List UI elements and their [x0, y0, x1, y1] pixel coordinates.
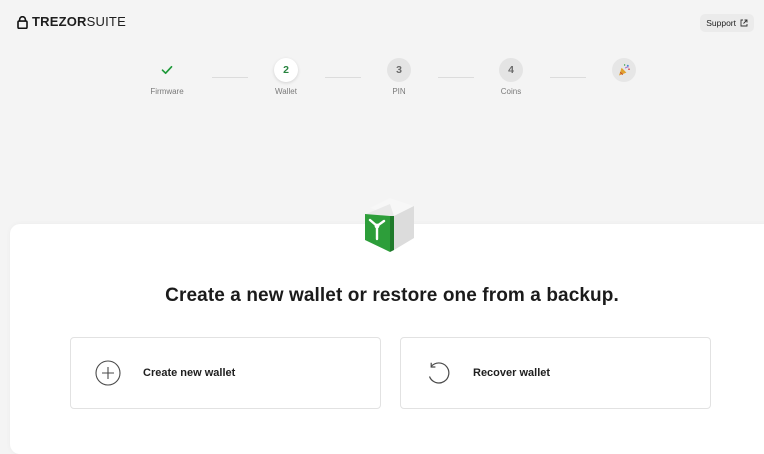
- step-firmware-label: Firmware: [150, 87, 184, 96]
- step-connector: [325, 77, 361, 78]
- step-pin: 3 PIN: [369, 58, 429, 96]
- trezor-suite-logo: TREZORSUITE: [17, 13, 126, 31]
- support-button-label: Support: [706, 18, 736, 28]
- step-final: [594, 58, 654, 82]
- step-pin-label: PIN: [392, 87, 406, 96]
- step-wallet-number: 2: [274, 58, 298, 82]
- padlock-icon: [17, 15, 28, 29]
- step-firmware: Firmware: [137, 58, 197, 96]
- step-coins: 4 Coins: [481, 58, 541, 96]
- check-icon: [161, 65, 173, 75]
- step-final-status: [612, 58, 636, 82]
- step-connector: [438, 77, 474, 78]
- step-coins-label: Coins: [500, 87, 522, 96]
- step-connector: [550, 77, 586, 78]
- onboarding-stepper: Firmware 2 Wallet 3 PIN 4 Coins: [0, 58, 764, 108]
- app-header: TREZORSUITE Support: [0, 0, 764, 44]
- recover-wallet-label: Recover wallet: [473, 367, 551, 379]
- trezor-device-icon: [365, 198, 414, 252]
- external-link-icon: [740, 19, 748, 27]
- step-firmware-status: [155, 58, 179, 82]
- step-wallet: 2 Wallet: [256, 58, 316, 96]
- recover-wallet-button[interactable]: Recover wallet: [400, 337, 711, 409]
- step-pin-number: 3: [387, 58, 411, 82]
- party-popper-icon: [619, 64, 630, 76]
- create-new-wallet-label: Create new wallet: [143, 367, 236, 379]
- logo-text-suite: SUITE: [86, 14, 126, 29]
- recover-arrow-icon: [423, 358, 453, 388]
- logo-text-trezor: TREZOR: [32, 14, 87, 29]
- page-heading: Create a new wallet or restore one from …: [165, 285, 619, 306]
- support-button[interactable]: Support: [700, 14, 754, 32]
- create-new-wallet-button[interactable]: Create new wallet: [70, 337, 381, 409]
- plus-circle-icon: [93, 358, 123, 388]
- step-coins-number: 4: [499, 58, 523, 82]
- step-wallet-label: Wallet: [275, 87, 297, 96]
- step-connector: [212, 77, 248, 78]
